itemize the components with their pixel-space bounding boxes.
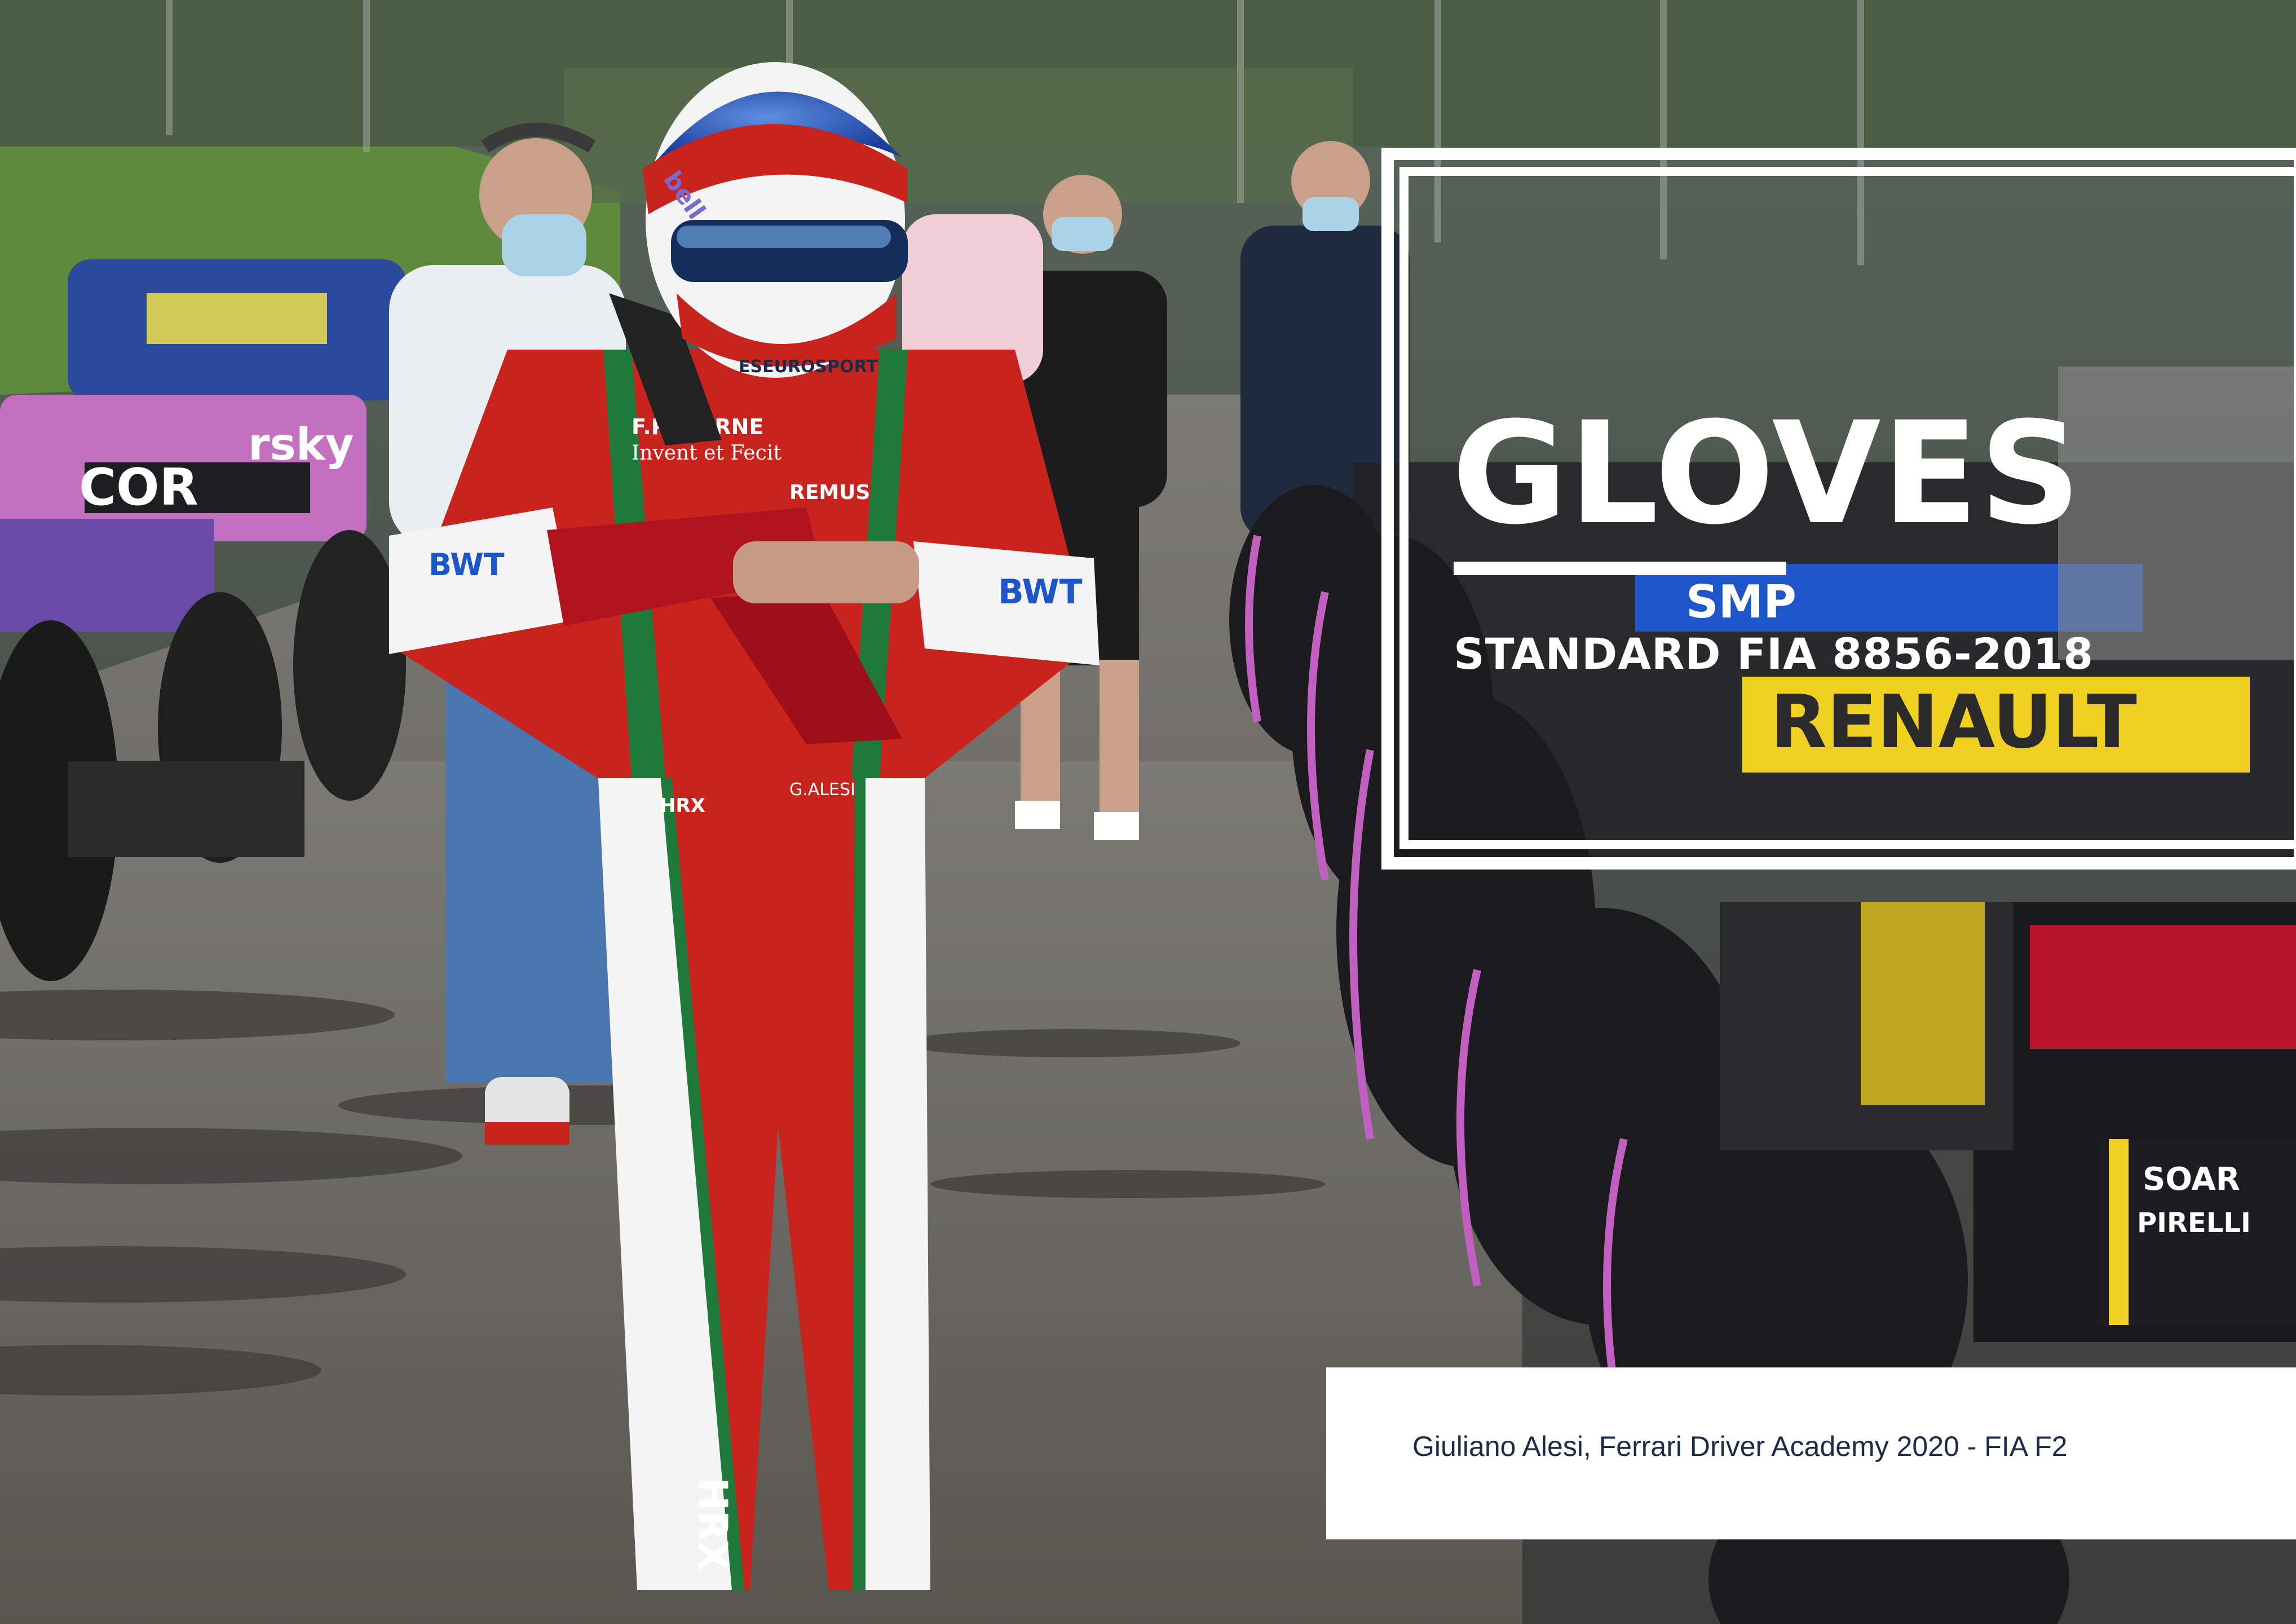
svg-text:G.ALESI: G.ALESI [789,780,855,800]
svg-text:HRX: HRX [660,795,705,817]
page-subtitle: STANDARD FIA 8856-2018 [1454,629,2094,679]
page-title: GLOVES [1452,391,2082,555]
title-underline [1454,562,1786,575]
svg-text:Invent et Fecit: Invent et Fecit [632,442,781,465]
svg-text:HRX: HRX [690,1477,736,1571]
svg-text:ESEUROSPORT: ESEUROSPORT [739,357,878,377]
svg-text:BWT: BWT [429,547,505,582]
svg-text:SOAR: SOAR [2143,1161,2240,1198]
photo-caption: Giuliano Alesi, Ferrari Driver Academy 2… [1412,1431,2068,1462]
svg-text:BWT: BWT [998,572,1083,612]
svg-text:COR: COR [79,458,198,517]
svg-text:PIRELLI: PIRELLI [2137,1207,2251,1239]
svg-text:rsky: rsky [248,420,354,470]
svg-text:REMUS: REMUS [789,481,870,504]
